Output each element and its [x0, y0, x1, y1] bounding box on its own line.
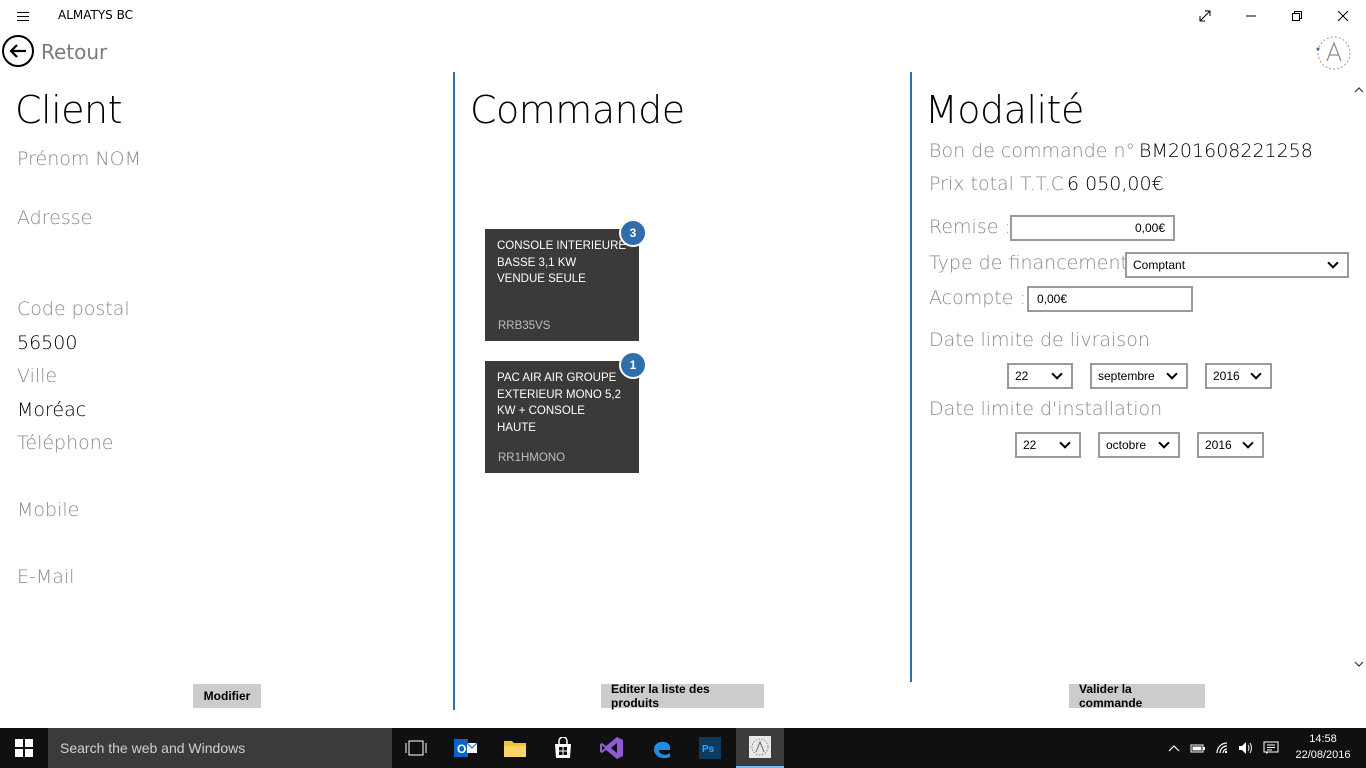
file-explorer-icon[interactable] [491, 728, 539, 768]
scroll-down-icon[interactable] [1352, 657, 1366, 671]
back-label[interactable]: Retour [41, 40, 107, 64]
edge-browser-icon[interactable] [638, 728, 686, 768]
taskbar-clock[interactable]: 14:58 22/08/2016 [1286, 731, 1360, 763]
close-icon[interactable] [1320, 0, 1366, 32]
chevron-down-icon [1166, 368, 1178, 380]
chevron-down-icon [1327, 257, 1339, 269]
discount-label: Remise : [929, 216, 1011, 238]
chevron-down-icon [1059, 437, 1071, 449]
product-name: CONSOLE INTERIEURE BASSE 3,1 KW VENDUE S… [497, 240, 627, 285]
chevron-down-icon [1051, 368, 1063, 380]
delivery-month-value: septembre [1098, 369, 1155, 383]
validate-order-button[interactable]: Valider la commande [1069, 682, 1205, 710]
client-title: Client [15, 88, 123, 132]
delivery-day-value: 22 [1015, 369, 1029, 383]
order-number-label: Bon de commande n° : [929, 140, 1148, 162]
task-view-icon[interactable] [392, 728, 440, 768]
visual-studio-icon[interactable] [588, 728, 636, 768]
client-name-label: Prénom NOM [17, 148, 141, 170]
modify-button[interactable]: Modifier [193, 684, 261, 708]
almatys-app-icon[interactable] [736, 728, 784, 768]
install-year-select[interactable]: 2016 [1197, 432, 1264, 458]
order-title: Commande [470, 88, 685, 132]
title-bar: ALMATYS BC [0, 0, 1366, 32]
app-title: ALMATYS BC [58, 8, 134, 22]
client-city-label: Ville [17, 365, 58, 387]
chevron-down-icon [1250, 368, 1262, 380]
order-number-value: BM201608221258 [1139, 140, 1313, 162]
client-city-value: Moréac [17, 399, 87, 421]
clock-date: 22/08/2016 [1295, 749, 1351, 761]
column-divider [453, 72, 455, 710]
taskbar: Search the web and Windows O Ps 14:58 22… [0, 728, 1366, 768]
hamburger-menu-icon[interactable] [10, 7, 36, 25]
chevron-down-icon [1158, 437, 1170, 449]
client-postal-value: 56500 [17, 332, 78, 354]
deposit-input[interactable]: 0,00€ [1027, 286, 1193, 312]
back-arrow-icon[interactable] [2, 35, 34, 67]
client-postal-label: Code postal [17, 298, 130, 320]
fullscreen-icon[interactable] [1182, 0, 1228, 32]
financing-select[interactable]: Comptant [1125, 252, 1349, 278]
svg-text:Ps: Ps [702, 744, 715, 755]
install-month-value: octobre [1106, 438, 1147, 452]
deposit-label: Acompte : [929, 287, 1026, 309]
discount-input[interactable]: 0,00€ [1010, 215, 1175, 241]
install-year-value: 2016 [1205, 438, 1232, 452]
column-divider [910, 72, 912, 682]
product-name: PAC AIR AIR GROUPE EXTERIEUR MONO 5,2 KW… [497, 372, 621, 434]
photoshop-icon[interactable]: Ps [686, 728, 734, 768]
volume-icon[interactable] [1236, 728, 1256, 768]
clock-time: 14:58 [1309, 733, 1337, 745]
delivery-year-value: 2016 [1213, 369, 1240, 383]
financing-value: Comptant [1133, 258, 1186, 272]
taskbar-search-input[interactable]: Search the web and Windows [48, 728, 392, 768]
client-email-label: E-Mail [17, 566, 75, 588]
windows-start-icon[interactable] [0, 728, 48, 768]
wifi-icon[interactable] [1212, 728, 1234, 768]
total-price-label: Prix total T.T.C : [929, 173, 1077, 195]
store-icon[interactable] [539, 728, 587, 768]
minimize-icon[interactable] [1228, 0, 1274, 32]
product-code: RRB35VS [498, 320, 551, 332]
battery-icon[interactable] [1188, 728, 1208, 768]
delivery-deadline-label: Date limite de livraison [929, 329, 1150, 351]
action-center-icon[interactable] [1260, 728, 1282, 768]
restore-icon[interactable] [1274, 0, 1320, 32]
edit-products-button[interactable]: Editer la liste des produits [601, 682, 764, 710]
delivery-year-select[interactable]: 2016 [1205, 363, 1272, 389]
product-code: RR1HMONO [498, 452, 566, 464]
quantity-badge: 3 [619, 219, 647, 247]
install-day-value: 22 [1023, 438, 1037, 452]
terms-title: Modalité [925, 88, 1084, 132]
client-phone-label: Téléphone [17, 432, 114, 454]
product-tile[interactable]: CONSOLE INTERIEURE BASSE 3,1 KW VENDUE S… [485, 229, 639, 341]
show-hidden-icons-icon[interactable] [1164, 728, 1184, 768]
total-price-value: 6 050,00€ [1067, 173, 1164, 195]
chevron-down-icon [1242, 437, 1254, 449]
install-day-select[interactable]: 22 [1015, 432, 1081, 458]
app-logo-icon [1315, 34, 1353, 72]
scroll-up-icon[interactable] [1352, 83, 1366, 97]
outlook-icon[interactable]: O [442, 728, 490, 768]
installation-deadline-label: Date limite d'installation [929, 398, 1163, 420]
client-mobile-label: Mobile [17, 499, 80, 521]
product-tile[interactable]: PAC AIR AIR GROUPE EXTERIEUR MONO 5,2 KW… [485, 361, 639, 473]
svg-text:O: O [457, 742, 466, 756]
client-address-label: Adresse [17, 207, 93, 229]
financing-label: Type de financement : [929, 252, 1141, 274]
install-month-select[interactable]: octobre [1098, 432, 1180, 458]
delivery-month-select[interactable]: septembre [1090, 363, 1188, 389]
delivery-day-select[interactable]: 22 [1007, 363, 1073, 389]
quantity-badge: 1 [619, 351, 647, 379]
